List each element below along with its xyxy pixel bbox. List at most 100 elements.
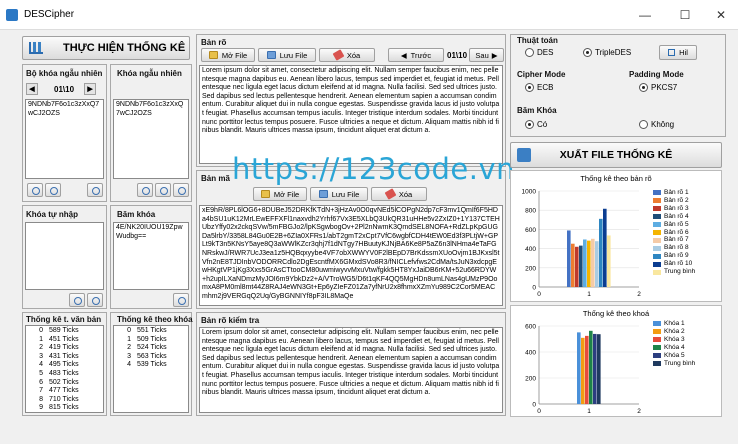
hil-button[interactable]: Hil: [659, 45, 697, 60]
folder-icon[interactable]: [69, 293, 85, 307]
key-input-field[interactable]: [25, 222, 104, 290]
legend-swatch: [653, 329, 661, 335]
prev-button[interactable]: ◀ Trước: [388, 48, 444, 62]
table-row: 0 551 Ticks: [117, 327, 185, 336]
hash-no-radio[interactable]: Không: [639, 120, 674, 129]
plaintext-area[interactable]: Lorem ipsum dolor sit amet, consectetur …: [199, 65, 503, 164]
row-value: 815 Ticks: [49, 404, 79, 412]
legend-label: Bản rõ 2: [664, 196, 689, 204]
legend-item: Trung bình: [653, 360, 695, 368]
cipher-save-button[interactable]: Lưu File: [310, 187, 368, 201]
legend-swatch: [653, 353, 661, 359]
radio-selected-icon: [525, 120, 534, 129]
random-key-list[interactable]: 9NDNb7F6o1c3zXxQ7wCJ2OZS: [25, 99, 104, 179]
legend-item: Khóa 5: [653, 352, 695, 360]
row-value: 509 Ticks: [137, 335, 167, 343]
row-index: 7: [39, 387, 43, 395]
minimize-button[interactable]: —: [630, 5, 660, 25]
legend-label: Bản rõ 9: [664, 252, 689, 260]
legend-label: Khóa 3: [664, 335, 685, 343]
legend-label: Khóa 1: [664, 320, 685, 327]
y-tick-label: 600: [525, 324, 536, 331]
prev-arrow-icon[interactable]: ◀: [26, 83, 38, 95]
copy-hash-icon[interactable]: [173, 293, 189, 307]
save-key-icon[interactable]: [87, 293, 103, 307]
settings-panel: Thuật toán DES TripleDES Hil Cipher Mode…: [510, 34, 726, 137]
cipher-mode-label: Cipher Mode: [517, 70, 566, 79]
cipher-delete-button[interactable]: Xóa: [371, 187, 427, 201]
run-stats-button[interactable]: THỰC HIỆN THỐNG KÊ: [22, 36, 190, 60]
stats-key-table: 0 551 Ticks 1 509 Ticks 2 524 Ticks 3 563 Ticks…: [113, 325, 189, 413]
tripledes-label: TripleDES: [595, 48, 632, 57]
export-stats-button[interactable]: XUẤT FILE THỐNG KÊ: [510, 142, 722, 168]
stats-plain-label: Thống kê t. văn bản: [26, 315, 102, 324]
legend-swatch: [653, 245, 661, 251]
row-index: 4: [39, 361, 43, 369]
legend-item: Bản rõ 5: [653, 221, 695, 229]
row-index: 1: [127, 335, 131, 343]
x-tick-label: 0: [537, 291, 541, 298]
radio-icon: [525, 48, 534, 57]
radio-icon: [639, 120, 648, 129]
bar: [577, 332, 581, 404]
y-tick-label: 800: [525, 208, 536, 215]
legend-label: Khóa 4: [664, 343, 685, 351]
cipher-open-button[interactable]: Mở File: [253, 187, 307, 201]
legend-swatch: [653, 237, 661, 243]
next-button[interactable]: Sau ▶: [469, 48, 504, 62]
row-value: 563 Ticks: [137, 352, 167, 360]
hash-key-label: Băm Khóa: [517, 106, 557, 115]
algorithm-label: Thuật toán: [517, 36, 558, 45]
row-value: 539 Ticks: [137, 361, 167, 369]
plain-check-area[interactable]: Lorem ipsum dolor sit amet, consectetur …: [199, 327, 503, 413]
radio-selected-icon: [583, 48, 592, 57]
bar: [591, 238, 595, 287]
delete-button[interactable]: Xóa: [319, 48, 375, 62]
key-random-field[interactable]: 9NDNb7F6o1c3zXxQ7wCJ2OZS: [113, 99, 189, 179]
legend-item: Bản rõ 2: [653, 197, 695, 205]
row-value: 495 Ticks: [49, 361, 79, 369]
key-hash-field[interactable]: 4E/NK20IUOU19ZpwWudbg==: [113, 222, 189, 290]
ciphertext-area[interactable]: xE9hR/8PL6lOG6+8DUBeJ52DRKfKTdN+3jHzAv0O…: [199, 205, 503, 306]
bar: [593, 333, 597, 404]
row-index: 1: [39, 335, 43, 343]
key-chart-svg: 0 200 400 600 0 1 2: [525, 324, 641, 416]
stats-key-label: Thống kê theo khóa: [117, 315, 193, 324]
copy-icon[interactable]: [155, 183, 171, 197]
key-random-label: Khóa ngẫu nhiên: [117, 69, 182, 78]
next-arrow-icon[interactable]: ▶: [84, 83, 97, 95]
key-input-label: Khóa tự nhập: [26, 210, 79, 219]
random-key-page: 01\10: [54, 84, 75, 94]
key-chart-legend: Khóa 1 Khóa 2 Khóa 3 Khóa 4 Khóa 5 Trung bình: [653, 320, 695, 367]
padding-mode-radio[interactable]: PKCS7: [639, 83, 677, 92]
row-value: 502 Ticks: [49, 378, 79, 386]
bar: [603, 208, 607, 287]
table-row: 4 539 Ticks: [117, 361, 185, 370]
des-radio[interactable]: DES: [525, 48, 553, 57]
save-icon[interactable]: [87, 183, 103, 197]
des-label: DES: [537, 48, 554, 57]
search-icon[interactable]: [27, 183, 43, 197]
zoom-icon[interactable]: [45, 183, 61, 197]
cipher-mode-radio[interactable]: ECB: [525, 83, 553, 92]
refresh-icon[interactable]: [137, 183, 153, 197]
stats-plain-table: 0 589 Ticks 1 451 Ticks 2 419 Ticks 3 431 Ticks…: [25, 325, 104, 413]
list-icon: [668, 49, 676, 56]
row-value: 589 Ticks: [49, 327, 79, 334]
close-button[interactable]: ✕: [706, 5, 736, 25]
save-file-button[interactable]: Lưu File: [258, 48, 316, 62]
radio-selected-icon: [525, 83, 534, 92]
plain-chart-legend: Bản rõ 1 Bản rõ 2 Bản rõ 3 Bản rõ 4 Bản rõ 5…: [653, 189, 695, 276]
legend-swatch: [653, 214, 661, 220]
key-random-panel: Khóa ngẫu nhiên 9NDNb7F6o1c3zXxQ7wCJ2OZS: [110, 64, 192, 202]
maximize-button[interactable]: ☐: [670, 5, 700, 25]
bar: [575, 246, 579, 287]
clear-icon[interactable]: [173, 183, 189, 197]
hash-yes-radio[interactable]: Có: [525, 120, 547, 129]
tripledes-radio[interactable]: TripleDES: [583, 48, 631, 57]
stats-key-panel: Thống kê theo khóa 0 551 Ticks 1 509 Ticks 2…: [110, 312, 193, 416]
open-file-button[interactable]: Mở File: [201, 48, 255, 62]
bar: [583, 239, 587, 287]
table-row: 5 483 Ticks: [29, 370, 100, 379]
delete-label: Xóa: [346, 50, 361, 60]
